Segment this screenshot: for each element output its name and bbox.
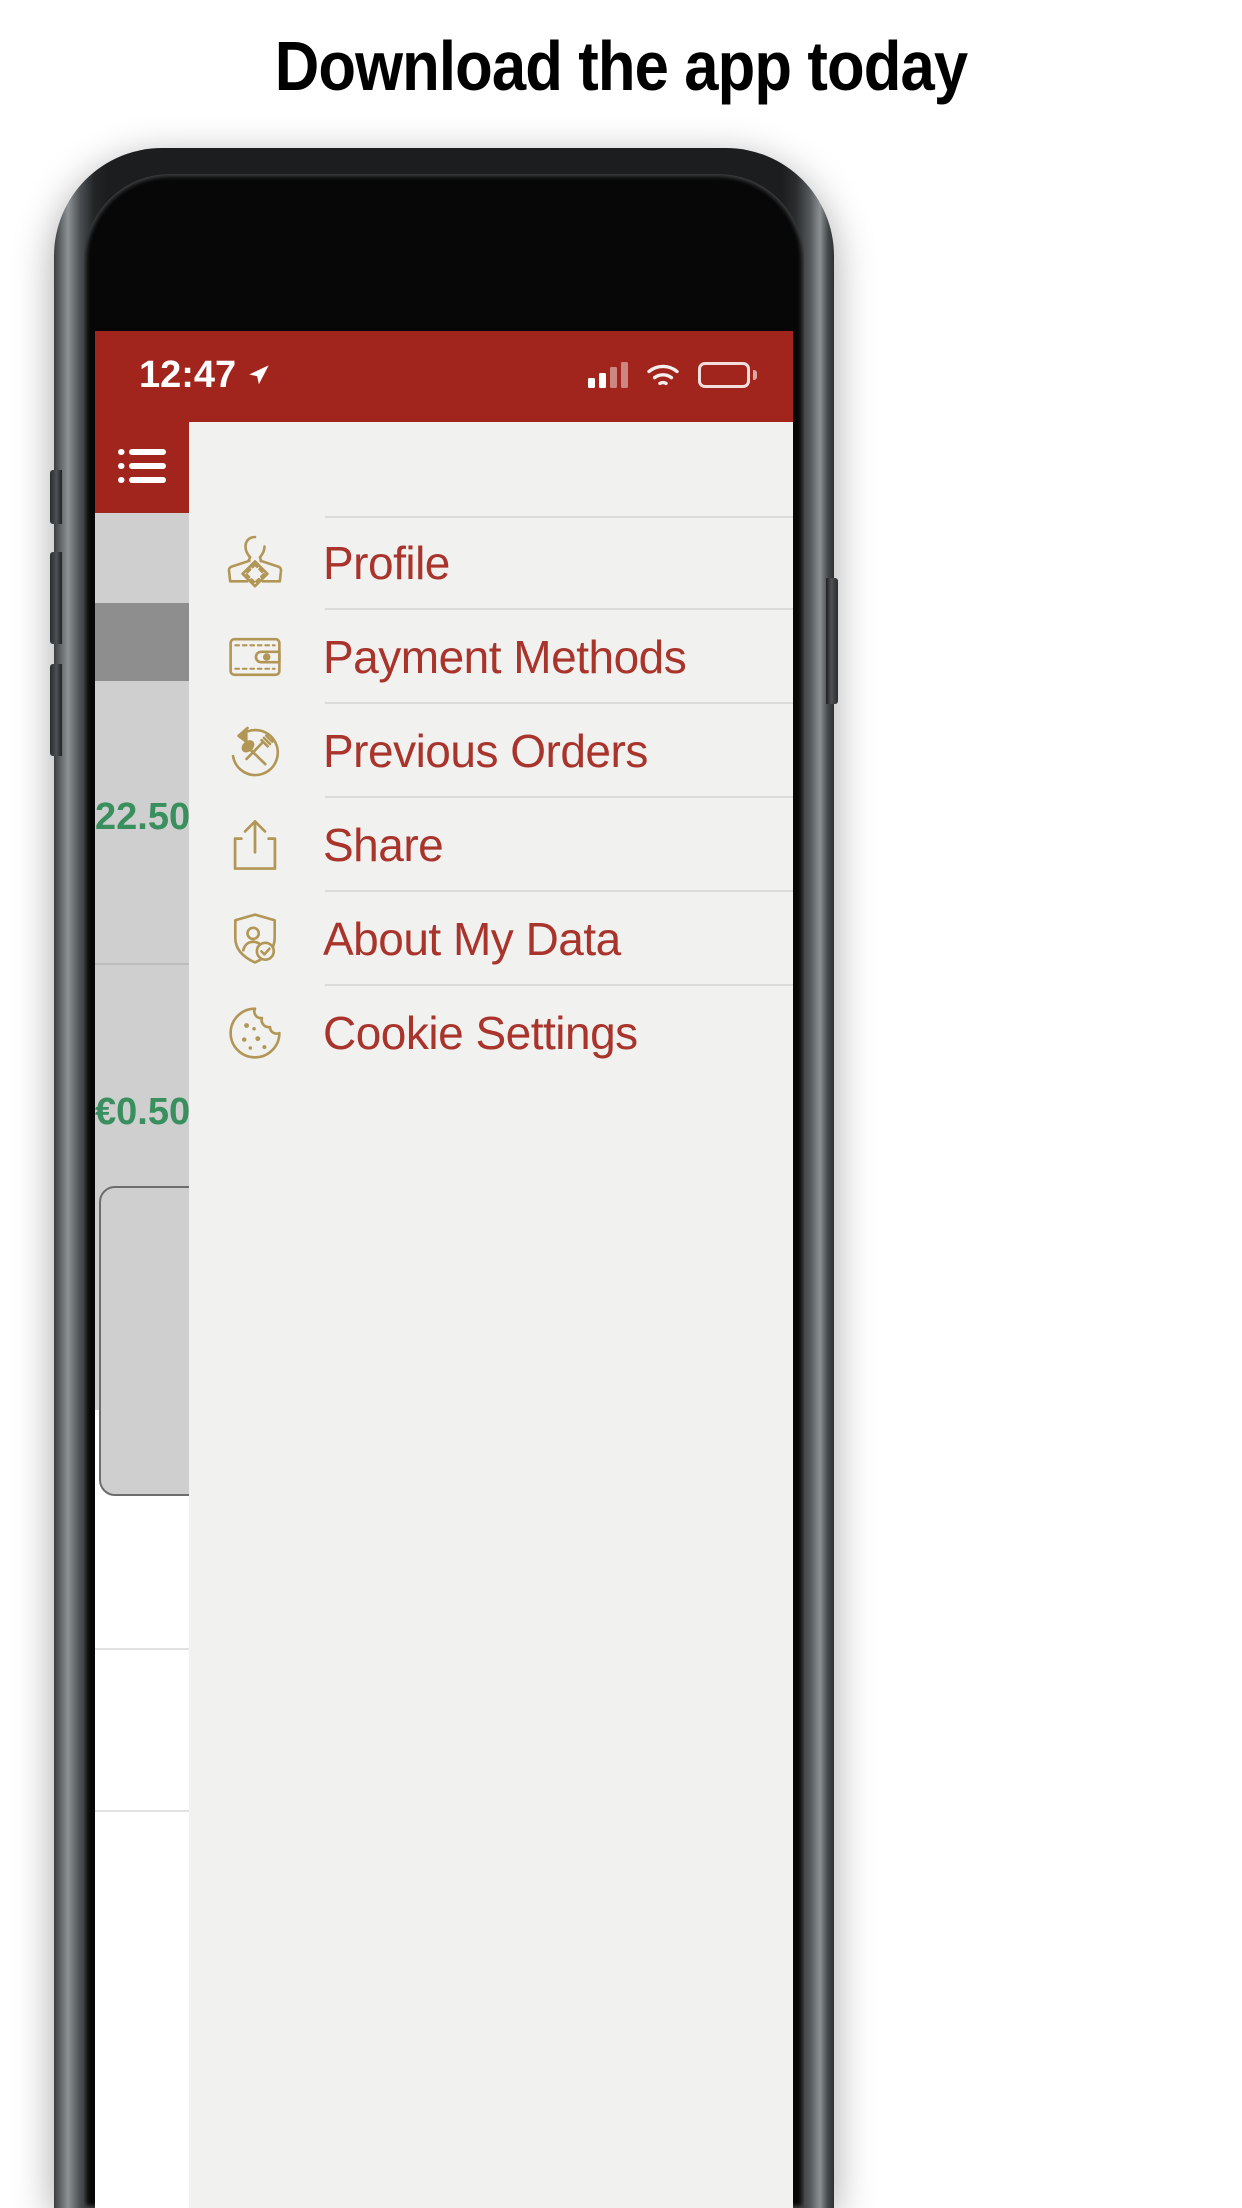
menu-item-label: Share [323, 819, 444, 871]
background-page: 22.50 €0.50 [95, 513, 229, 2208]
background-amount-2: €0.50 [95, 1091, 189, 1133]
menu-item-label: Cookie Settings [323, 1007, 638, 1059]
menu-item-label: Previous Orders [323, 725, 648, 777]
menu-item-cookie-settings[interactable]: Cookie Settings [189, 986, 793, 1080]
background-block [95, 513, 189, 603]
menu-item-profile[interactable]: Profile [189, 516, 793, 610]
background-block [95, 1650, 189, 1810]
profile-diner-icon [217, 525, 293, 601]
menu-item-label: Profile [323, 537, 450, 589]
status-bar-left: 12:47 [139, 354, 272, 397]
phone-screen: 22.50 €0.50 Profile Payment Methods Prev… [95, 331, 793, 2208]
menu-item-previous-orders[interactable]: Previous Orders [189, 704, 793, 798]
menu-item-label: About My Data [323, 913, 621, 965]
location-arrow-icon [249, 365, 269, 385]
volume-up-button[interactable] [50, 552, 62, 644]
cookie-icon [217, 995, 293, 1071]
mute-switch[interactable] [50, 470, 62, 524]
reorder-cutlery-icon [217, 713, 293, 789]
background-block [95, 1498, 189, 1648]
menu-item-label: Payment Methods [323, 631, 687, 683]
background-selected-row [95, 603, 189, 681]
wifi-icon [647, 364, 679, 386]
power-button[interactable] [826, 578, 838, 704]
status-bar: 12:47 [95, 331, 793, 419]
cellular-signal-icon [588, 362, 628, 388]
navigation-drawer: Profile Payment Methods Previous Orders … [189, 419, 793, 2208]
menu-item-share[interactable]: Share [189, 798, 793, 892]
divider [325, 516, 793, 518]
page-title: Download the app today [274, 27, 968, 105]
status-time: 12:47 [139, 353, 237, 396]
menu-item-payment-methods[interactable]: Payment Methods [189, 610, 793, 704]
wallet-icon [217, 619, 293, 695]
share-icon [217, 807, 293, 883]
battery-shell [698, 362, 750, 388]
menu-item-about-my-data[interactable]: About My Data [189, 892, 793, 986]
app-bar [95, 419, 189, 513]
status-bar-right [588, 362, 757, 388]
background-amount-1: 22.50 [95, 796, 189, 838]
background-block [95, 1812, 189, 2208]
menu-toggle-button[interactable] [117, 447, 167, 485]
drawer-top-spacer [189, 422, 793, 516]
phone-mockup: 22.50 €0.50 Profile Payment Methods Prev… [50, 148, 838, 2208]
shield-person-check-icon [217, 901, 293, 977]
battery-icon [698, 362, 757, 388]
battery-cap [753, 370, 757, 380]
volume-down-button[interactable] [50, 664, 62, 756]
